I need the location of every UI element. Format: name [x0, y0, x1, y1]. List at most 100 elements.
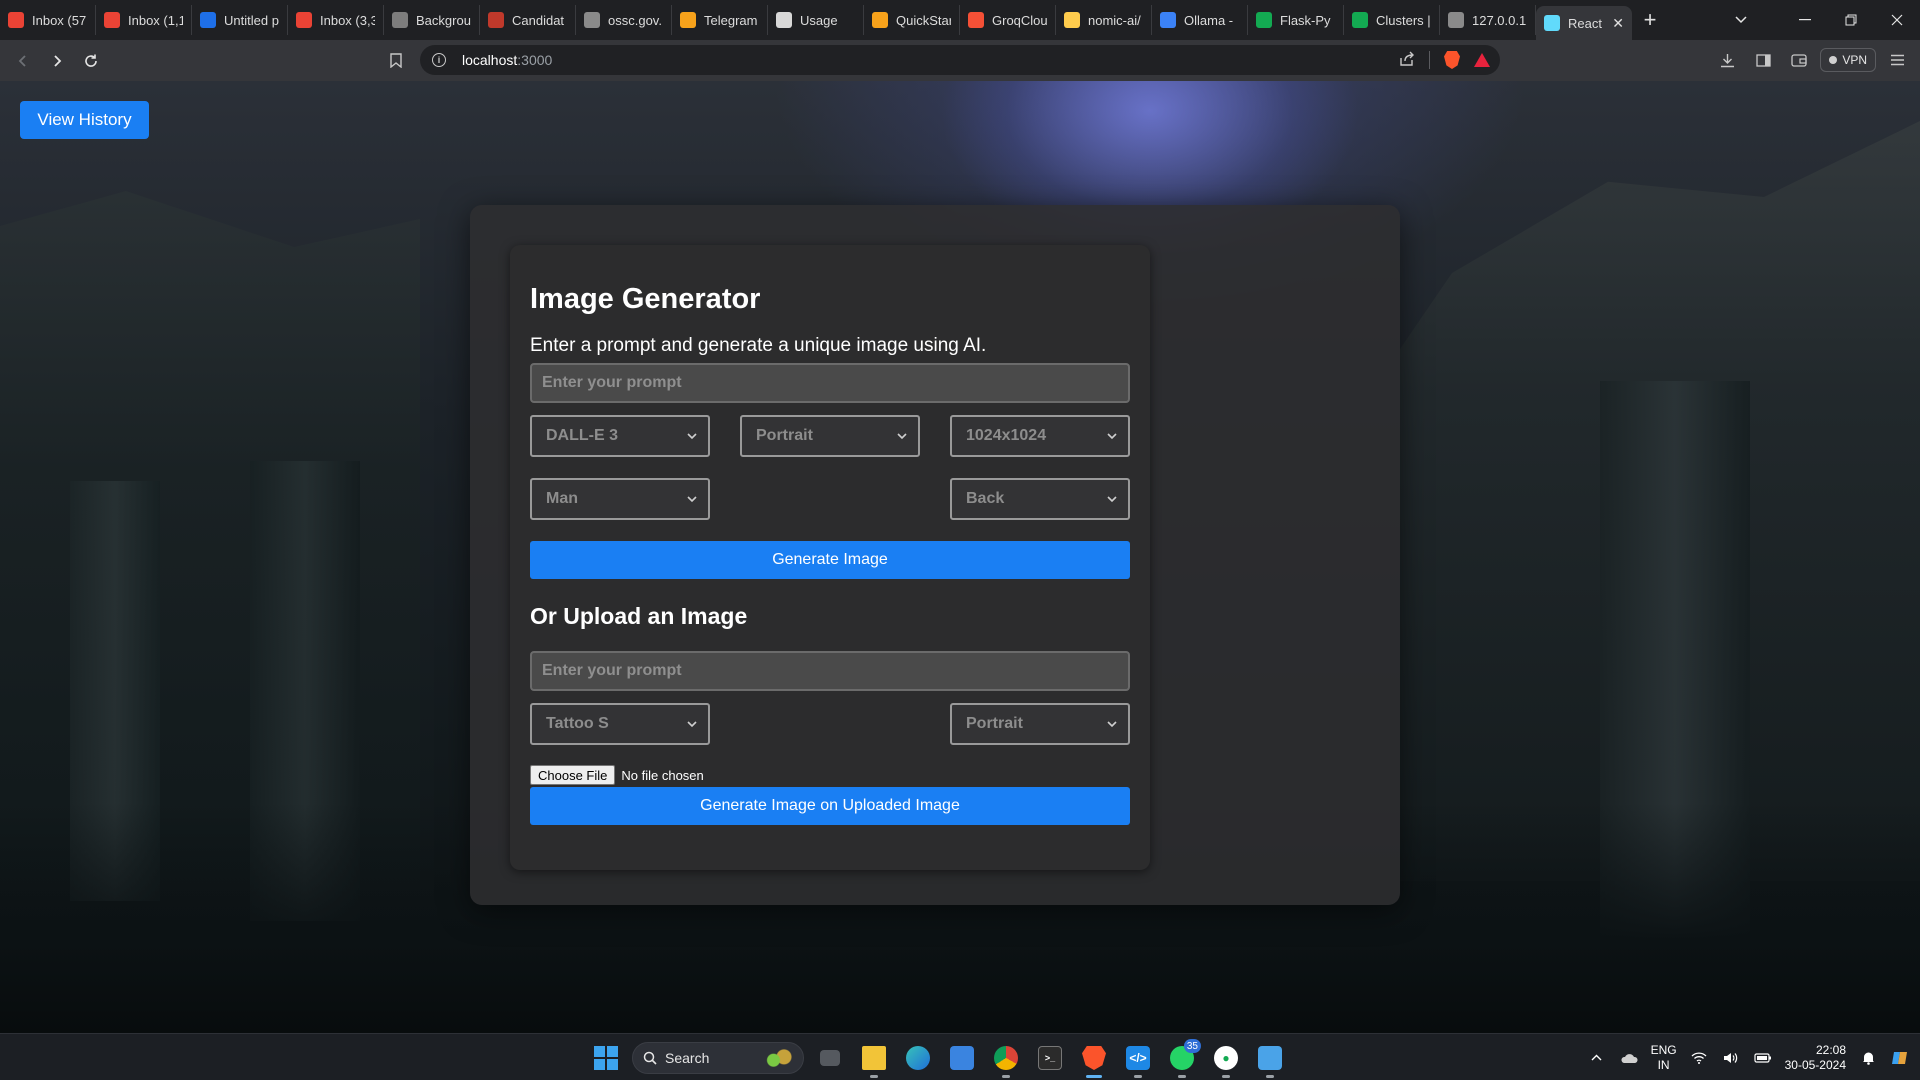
browser-tab-strip: Inbox (57 Inbox (1,1 Untitled p Inbox (3,3 B…	[0, 0, 1920, 40]
browser-tab[interactable]: Ollama -	[1152, 5, 1248, 35]
page-title: Image Generator	[530, 283, 761, 315]
wifi-icon[interactable]	[1689, 1048, 1709, 1068]
notepad-icon[interactable]	[1252, 1040, 1288, 1078]
chrome-icon[interactable]	[988, 1040, 1024, 1078]
new-tab-button[interactable]: +	[1632, 5, 1668, 35]
tab-title: Candidat	[512, 12, 565, 28]
doc-icon	[488, 12, 504, 28]
generator-card: Image Generator Enter a prompt and gener…	[510, 245, 1150, 870]
huggingface-icon	[1064, 12, 1080, 28]
vpn-status-icon	[1829, 56, 1838, 64]
copilot-icon[interactable]	[1890, 1048, 1910, 1068]
minimize-icon[interactable]	[1782, 0, 1828, 40]
browser-tab[interactable]: Clusters |	[1344, 5, 1440, 35]
browser-tab[interactable]: Inbox (57	[0, 5, 96, 35]
toolbar-actions: VPN	[1712, 44, 1912, 76]
size-select[interactable]: 1024x1024	[950, 415, 1130, 457]
tab-title: Clusters |	[1376, 12, 1431, 28]
close-tab-icon[interactable]: ✕	[1612, 15, 1624, 32]
model-select[interactable]: DALL-E 3	[530, 415, 710, 457]
prompt-input[interactable]	[530, 363, 1130, 403]
tab-title: React	[1568, 15, 1602, 31]
browser-tab[interactable]: Untitled p	[192, 5, 288, 35]
browser-tab[interactable]: Backgrou	[384, 5, 480, 35]
browser-tab[interactable]: Telegram	[672, 5, 768, 35]
file-explorer-icon[interactable]	[856, 1040, 892, 1078]
browser-tab[interactable]: nomic-ai/	[1056, 5, 1152, 35]
choose-file-button[interactable]: Choose File	[530, 765, 616, 785]
tab-title: Inbox (57	[32, 12, 87, 28]
browser-tab[interactable]: Inbox (1,1	[96, 5, 192, 35]
mongodb-compass-icon[interactable]: ●	[1208, 1040, 1244, 1078]
chevron-down-icon	[684, 428, 700, 444]
language-indicator[interactable]: ENG IN	[1651, 1043, 1677, 1073]
edge-icon[interactable]	[900, 1040, 936, 1076]
view-select[interactable]: Back	[950, 478, 1130, 520]
menu-icon[interactable]	[1882, 45, 1912, 75]
taskbar-search[interactable]: Search	[632, 1042, 804, 1074]
volume-icon[interactable]	[1721, 1048, 1741, 1068]
search-highlight-icon	[763, 1047, 793, 1069]
bookmark-icon[interactable]	[380, 44, 412, 76]
clock[interactable]: 22:08 30-05-2024	[1785, 1043, 1846, 1073]
task-view-icon[interactable]	[812, 1040, 848, 1076]
generate-image-button[interactable]: Generate Image	[530, 541, 1130, 579]
browser-tab[interactable]: React ✕	[1536, 6, 1632, 40]
forward-arrow-icon[interactable]	[40, 44, 74, 78]
tab-title: nomic-ai/	[1088, 12, 1141, 28]
close-window-icon[interactable]	[1874, 0, 1920, 40]
browser-tab[interactable]: Candidat	[480, 5, 576, 35]
style-select[interactable]: Tattoo S	[530, 703, 710, 745]
chevron-down-icon	[684, 491, 700, 507]
mongodb-leaf-icon	[1352, 12, 1368, 28]
tab-search-icon[interactable]	[1718, 0, 1764, 40]
orientation-select-value: Portrait	[756, 427, 813, 444]
onedrive-icon[interactable]	[1619, 1048, 1639, 1068]
sidebar-icon[interactable]	[1748, 45, 1778, 75]
share-icon[interactable]	[1399, 51, 1415, 70]
tab-title: Untitled p	[224, 12, 279, 28]
url-port: :3000	[517, 52, 553, 68]
wallet-icon[interactable]	[1784, 45, 1814, 75]
browser-tab[interactable]: 127.0.0.1	[1440, 5, 1536, 35]
back-arrow-icon[interactable]	[6, 44, 40, 78]
browser-tab[interactable]: Inbox (3,3	[288, 5, 384, 35]
store-icon[interactable]	[944, 1040, 980, 1076]
upload-prompt-input[interactable]	[530, 651, 1130, 691]
model-select-value: DALL-E 3	[546, 427, 618, 444]
brave-icon[interactable]	[1076, 1040, 1112, 1078]
outer-panel: Image Generator Enter a prompt and gener…	[470, 205, 1400, 905]
address-bar[interactable]: i localhost:3000	[420, 45, 1500, 75]
gmail-icon	[8, 12, 24, 28]
cursor-icon	[1160, 12, 1176, 28]
vscode-icon[interactable]: </>	[1120, 1040, 1156, 1078]
battery-icon[interactable]	[1753, 1048, 1773, 1068]
orientation-select[interactable]: Portrait	[740, 415, 920, 457]
restore-icon[interactable]	[1828, 0, 1874, 40]
windows-taskbar: Search >_ </> 35 ● ENG IN 22:08 30-05-20…	[0, 1033, 1920, 1080]
vpn-button[interactable]: VPN	[1820, 48, 1876, 72]
browser-tab[interactable]: Usage	[768, 5, 864, 35]
subject-select[interactable]: Man	[530, 478, 710, 520]
chevron-up-icon[interactable]	[1587, 1048, 1607, 1068]
site-info-icon[interactable]: i	[432, 53, 446, 67]
browser-tab[interactable]: ossc.gov.	[576, 5, 672, 35]
browser-tab[interactable]: Flask-Py	[1248, 5, 1344, 35]
generate-uploaded-image-button[interactable]: Generate Image on Uploaded Image	[530, 787, 1130, 825]
download-icon[interactable]	[1712, 45, 1742, 75]
notification-bell-icon[interactable]	[1858, 1048, 1878, 1068]
view-history-button[interactable]: View History	[20, 101, 149, 139]
tab-title: GroqClou	[992, 12, 1047, 28]
browser-tab[interactable]: GroqClou	[960, 5, 1056, 35]
brave-shields-icon[interactable]	[1444, 51, 1460, 69]
browser-tab[interactable]: QuickStar	[864, 5, 960, 35]
reload-icon[interactable]	[74, 44, 108, 78]
whatsapp-icon[interactable]: 35	[1164, 1039, 1201, 1078]
windows-start-icon[interactable]	[588, 1040, 624, 1076]
notification-badge: 35	[1183, 1039, 1201, 1053]
divider	[1429, 51, 1430, 69]
upload-orientation-select[interactable]: Portrait	[950, 703, 1130, 745]
running-indicator	[1134, 1075, 1142, 1078]
terminal-icon[interactable]: >_	[1032, 1040, 1068, 1076]
brave-rewards-icon[interactable]	[1474, 53, 1490, 67]
